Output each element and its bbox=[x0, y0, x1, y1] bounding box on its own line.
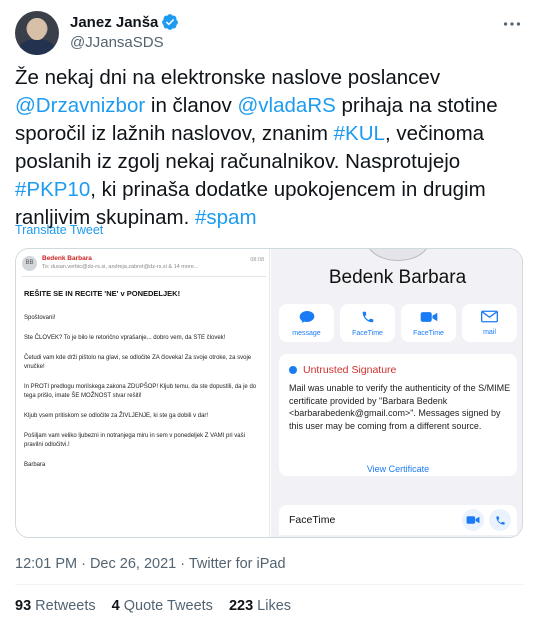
info-dot-icon bbox=[289, 366, 297, 374]
facetime-row-label: FaceTime bbox=[289, 514, 336, 526]
tweet-meta: 12:01 PM · Dec 26, 2021 · Twitter for iP… bbox=[15, 556, 286, 572]
more-options-icon[interactable] bbox=[501, 13, 523, 35]
tweet-text: Že nekaj dni na elektronske naslove posl… bbox=[15, 64, 525, 232]
video-camera-icon bbox=[466, 516, 480, 524]
retweets-label: Retweets bbox=[31, 598, 96, 614]
author-avatar[interactable] bbox=[15, 11, 59, 55]
sender-avatar: BB bbox=[22, 256, 37, 271]
avatar-suit bbox=[19, 39, 55, 55]
message-action[interactable]: message bbox=[279, 304, 334, 342]
facetime-audio-button[interactable] bbox=[489, 509, 511, 531]
translate-tweet-link[interactable]: Translate Tweet bbox=[15, 223, 103, 237]
tweet-header: Janez Janša @JJansaSDS bbox=[15, 9, 523, 57]
tweet-media[interactable]: BB Bedenk Barbara To: dusan.verbic@dz-rs… bbox=[15, 248, 523, 538]
tweet-text-segment: in članov bbox=[145, 94, 238, 117]
facetime-audio-label: FaceTime bbox=[352, 330, 383, 337]
likes-stat[interactable]: 223 Likes bbox=[229, 598, 291, 614]
contact-photo-placeholder bbox=[366, 249, 430, 261]
phone-icon bbox=[362, 311, 373, 323]
contact-card-screenshot[interactable]: Bedenk Barbara message FaceTime FaceTime… bbox=[271, 249, 522, 537]
likes-label: Likes bbox=[253, 598, 292, 614]
contact-name: Bedenk Barbara bbox=[328, 267, 467, 288]
email-screenshot[interactable]: BB Bedenk Barbara To: dusan.verbic@dz-rs… bbox=[16, 249, 270, 537]
email-time: 08:08 bbox=[250, 257, 264, 263]
phone-icon bbox=[495, 515, 505, 525]
mention-link[interactable]: @Drzavnizbor bbox=[15, 94, 145, 117]
mail-action[interactable]: mail bbox=[462, 304, 517, 342]
untrusted-title-text: Untrusted Signature bbox=[303, 364, 397, 376]
email-recipients: To: dusan.verbic@dz-rs.si, andreja.zabre… bbox=[42, 264, 199, 270]
email-paragraph: Kljub vsem pritiskom se odločite za ŽIVL… bbox=[24, 413, 209, 419]
hashtag-link[interactable]: #PKP10 bbox=[15, 178, 90, 201]
facetime-row: FaceTime bbox=[279, 505, 517, 535]
quote-tweets-count: 4 bbox=[111, 598, 120, 614]
email-paragraph: Spoštovani! bbox=[24, 315, 56, 321]
mail-icon bbox=[481, 310, 498, 323]
author-name[interactable]: Janez Janša bbox=[70, 14, 158, 31]
tweet-text-segment: Že nekaj dni na elektronske naslove posl… bbox=[15, 66, 441, 89]
quote-tweets-label: Quote Tweets bbox=[119, 598, 213, 614]
author-name-row[interactable]: Janez Janša bbox=[70, 13, 179, 31]
view-certificate-link[interactable]: View Certificate bbox=[279, 464, 517, 474]
message-label: message bbox=[292, 330, 321, 337]
hashtag-link[interactable]: #KUL bbox=[334, 122, 385, 145]
facetime-video-button[interactable] bbox=[462, 509, 484, 531]
untrusted-signature-title: Untrusted Signature bbox=[289, 364, 396, 376]
email-body: Spoštovani! Ste ČLOVEK? To je bilo le re… bbox=[24, 314, 262, 481]
email-paragraph: Pošiljam vam veliko ljubezni in notranje… bbox=[24, 433, 245, 448]
facetime-audio-action[interactable]: FaceTime bbox=[340, 304, 395, 342]
email-paragraph: In PROTI predlogu morilskega zakona ZDUP… bbox=[24, 384, 257, 399]
email-sender: Bedenk Barbara bbox=[42, 255, 92, 262]
email-paragraph: Ste ČLOVEK? To je bilo le retorično vpra… bbox=[24, 335, 226, 341]
facetime-video-label: FaceTime bbox=[413, 330, 444, 337]
hashtag-link[interactable]: #spam bbox=[195, 206, 257, 229]
email-subject: REŠITE SE IN RECITE 'NE' v PONEDELJEK! bbox=[24, 289, 181, 298]
message-icon bbox=[299, 311, 314, 323]
retweets-stat[interactable]: 93 Retweets bbox=[15, 598, 96, 614]
email-paragraph: Četudi vam kde drži pištolo na glavi, se… bbox=[24, 355, 252, 370]
facetime-video-action[interactable]: FaceTime bbox=[401, 304, 456, 342]
untrusted-signature-text: Mail was unable to verify the authentici… bbox=[289, 383, 511, 431]
tweet-timestamp[interactable]: 12:01 PM · Dec 26, 2021 bbox=[15, 556, 176, 572]
avatar-face bbox=[28, 18, 46, 40]
likes-count: 223 bbox=[228, 598, 254, 614]
tweet-source[interactable]: · Twitter for iPad bbox=[176, 556, 285, 572]
mention-link[interactable]: @vladaRS bbox=[238, 94, 336, 117]
tweet-stats: 93 Retweets 4 Quote Tweets 223 Likes bbox=[15, 598, 307, 614]
retweets-count: 93 bbox=[15, 598, 32, 614]
untrusted-signature-panel: Untrusted Signature Mail was unable to v… bbox=[279, 354, 517, 476]
verified-badge-icon bbox=[162, 14, 179, 30]
author-handle[interactable]: @JJansaSDS bbox=[70, 34, 164, 51]
email-header: BB Bedenk Barbara To: dusan.verbic@dz-rs… bbox=[22, 255, 266, 277]
video-camera-icon bbox=[420, 312, 437, 322]
contact-actions: message FaceTime FaceTime mail bbox=[279, 304, 517, 344]
mail-label: mail bbox=[483, 329, 496, 336]
quote-tweets-stat[interactable]: 4 Quote Tweets bbox=[112, 598, 213, 614]
email-paragraph: Barbara bbox=[24, 462, 46, 468]
divider bbox=[15, 584, 523, 585]
